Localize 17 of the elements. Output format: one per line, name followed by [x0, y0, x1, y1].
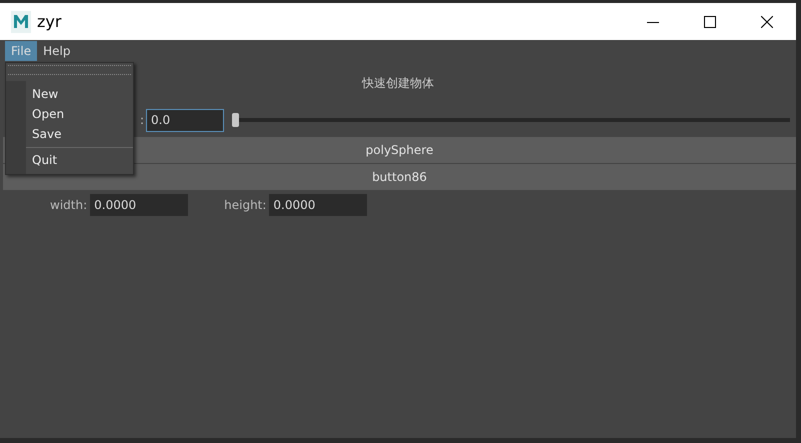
- menu-item[interactable]: New: [26, 85, 133, 105]
- input-field[interactable]: 0.0000: [269, 194, 368, 216]
- field-label: :: [140, 113, 144, 127]
- app-logo-icon: [11, 10, 31, 32]
- input-field[interactable]: 0.0: [146, 108, 224, 132]
- menu-item[interactable]: Open: [26, 105, 133, 125]
- field-label: width:: [50, 198, 88, 212]
- button[interactable]: button86: [3, 164, 796, 190]
- heading-text: 快速创建物体: [362, 74, 434, 92]
- tear-off-line[interactable]: [8, 65, 131, 75]
- window-title: zyr: [37, 12, 62, 31]
- field-label: height:: [224, 198, 266, 212]
- close-icon[interactable]: [761, 16, 773, 28]
- menu-item[interactable]: Help: [37, 41, 76, 61]
- input-field[interactable]: 0.0000: [90, 194, 188, 216]
- slider-thumb[interactable]: [232, 113, 240, 127]
- maximize-icon[interactable]: [704, 16, 716, 28]
